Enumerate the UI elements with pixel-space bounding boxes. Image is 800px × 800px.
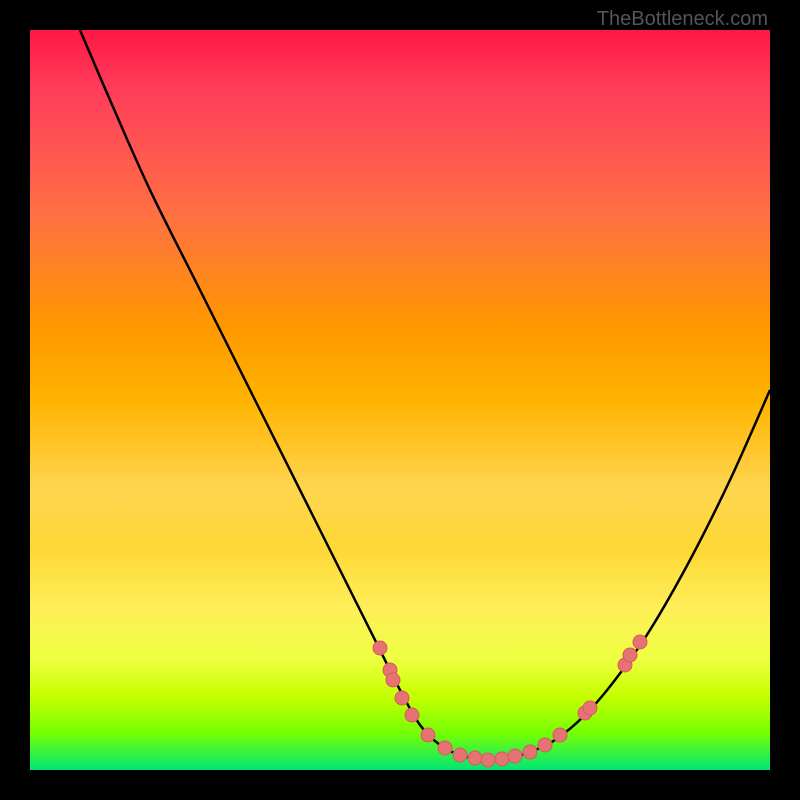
data-marker <box>553 728 567 742</box>
data-marker <box>373 641 387 655</box>
data-marker <box>438 741 452 755</box>
data-markers-group <box>373 635 647 767</box>
data-marker <box>495 752 509 766</box>
data-marker <box>508 749 522 763</box>
bottleneck-curve-line <box>80 30 770 760</box>
data-marker <box>421 728 435 742</box>
bottleneck-chart <box>30 30 770 770</box>
data-marker <box>523 745 537 759</box>
data-marker <box>633 635 647 649</box>
data-marker <box>481 753 495 767</box>
data-marker <box>583 701 597 715</box>
data-marker <box>386 673 400 687</box>
data-marker <box>623 648 637 662</box>
data-marker <box>405 708 419 722</box>
data-marker <box>538 738 552 752</box>
data-marker <box>453 748 467 762</box>
watermark-text: TheBottleneck.com <box>597 8 768 31</box>
data-marker <box>395 691 409 705</box>
data-marker <box>468 751 482 765</box>
